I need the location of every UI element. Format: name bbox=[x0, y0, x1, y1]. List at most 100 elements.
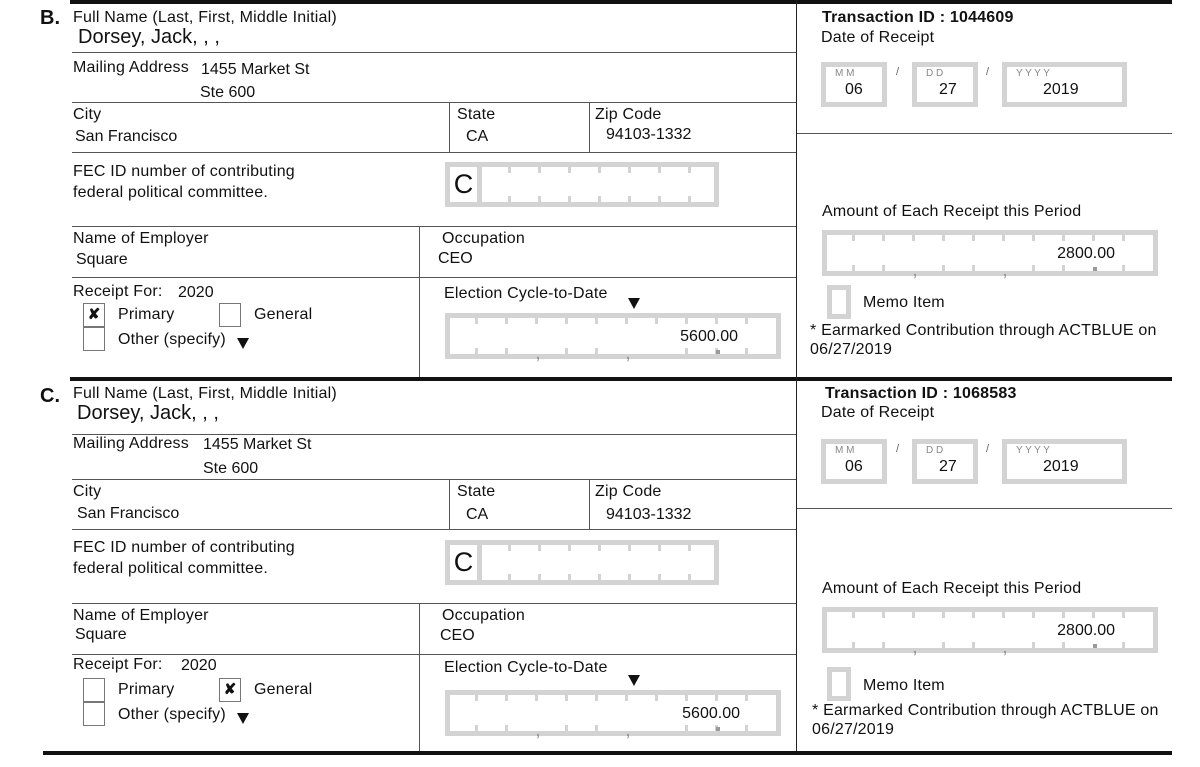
zip-label: Zip Code bbox=[595, 483, 662, 500]
cycle-to-date-value: 5600.00 bbox=[682, 705, 740, 722]
city-label: City bbox=[73, 483, 102, 500]
memo-item-label: Memo Item bbox=[863, 677, 945, 694]
fec-id-field[interactable]: C bbox=[445, 162, 719, 207]
arrow-down-icon bbox=[628, 675, 640, 686]
amount-field[interactable]: ,, 2800.00 bbox=[822, 607, 1158, 656]
section-rule bbox=[70, 0, 1172, 4]
date-month-field[interactable]: M M 06 bbox=[821, 62, 887, 107]
cycle-to-date-value: 5600.00 bbox=[680, 328, 738, 345]
other-checkbox[interactable] bbox=[83, 327, 105, 351]
general-checkbox[interactable]: ✘ bbox=[219, 678, 241, 702]
transaction-id-label: Transaction ID : bbox=[822, 9, 946, 26]
cycle-to-date-label: Election Cycle-to-Date bbox=[444, 285, 608, 302]
full-name-value[interactable]: Dorsey, Jack, , , bbox=[77, 402, 219, 425]
zip-value[interactable]: 94103-1332 bbox=[606, 506, 691, 524]
date-day-field[interactable]: D D 27 bbox=[912, 62, 978, 107]
divider bbox=[72, 102, 796, 103]
fec-id-label-2: federal political committee. bbox=[73, 560, 269, 577]
date-separator: / bbox=[986, 443, 990, 455]
fec-id-label: FEC ID number of contributing bbox=[73, 163, 295, 180]
address-line1[interactable]: 1455 Market St bbox=[201, 61, 310, 79]
divider bbox=[419, 226, 420, 377]
divider bbox=[797, 508, 1172, 509]
column-divider bbox=[796, 377, 797, 752]
date-month-field[interactable]: M M 06 bbox=[821, 439, 887, 484]
dropdown-triangle-icon[interactable] bbox=[237, 338, 249, 349]
other-checkbox[interactable] bbox=[83, 702, 105, 726]
entry-b: B. Full Name (Last, First, Middle Initia… bbox=[0, 0, 1200, 377]
divider bbox=[589, 479, 590, 529]
date-month-hint: M M bbox=[835, 445, 855, 456]
section-rule bbox=[70, 377, 1172, 381]
date-day-hint: D D bbox=[926, 68, 944, 79]
employer-label: Name of Employer bbox=[73, 607, 209, 624]
dropdown-triangle-icon[interactable] bbox=[237, 713, 249, 724]
occupation-value[interactable]: CEO bbox=[440, 627, 475, 645]
transaction-id-value: 1044609 bbox=[949, 9, 1014, 26]
occupation-label: Occupation bbox=[442, 230, 525, 247]
transaction-id-label: Transaction ID : bbox=[825, 385, 949, 402]
amount-label: Amount of Each Receipt this Period bbox=[822, 580, 1082, 597]
address-line2[interactable]: Ste 600 bbox=[200, 84, 255, 102]
divider bbox=[72, 52, 796, 53]
amount-value: 2800.00 bbox=[1057, 622, 1115, 639]
date-year-field[interactable]: Y Y Y Y 2019 bbox=[1002, 62, 1127, 107]
divider bbox=[72, 479, 796, 480]
employer-label: Name of Employer bbox=[73, 230, 209, 247]
zip-value[interactable]: 94103-1332 bbox=[606, 126, 691, 144]
receipt-for-year[interactable]: 2020 bbox=[178, 284, 214, 302]
amount-value: 2800.00 bbox=[1057, 245, 1115, 262]
divider bbox=[589, 102, 590, 152]
date-year-field[interactable]: Y Y Y Y 2019 bbox=[1002, 439, 1127, 484]
divider bbox=[72, 226, 796, 227]
address-line1[interactable]: 1455 Market St bbox=[203, 436, 312, 454]
primary-checkbox[interactable] bbox=[83, 678, 105, 702]
primary-checkbox[interactable]: ✘ bbox=[83, 303, 105, 327]
divider bbox=[449, 479, 450, 529]
amount-label: Amount of Each Receipt this Period bbox=[822, 203, 1082, 220]
employer-value[interactable]: Square bbox=[76, 251, 128, 269]
occupation-value[interactable]: CEO bbox=[438, 250, 473, 268]
section-rule-bottom bbox=[43, 751, 1172, 755]
address-line2[interactable]: Ste 600 bbox=[203, 460, 258, 478]
divider bbox=[72, 277, 796, 278]
earmark-note: * Earmarked Contribution through ACTBLUE… bbox=[810, 322, 1157, 339]
date-month-value: 06 bbox=[845, 458, 863, 475]
memo-item-checkbox[interactable] bbox=[827, 667, 851, 701]
date-day-field[interactable]: D D 27 bbox=[912, 439, 978, 484]
divider bbox=[72, 654, 796, 655]
receipt-for-year[interactable]: 2020 bbox=[181, 657, 217, 675]
employer-value[interactable]: Square bbox=[75, 626, 127, 644]
arrow-down-icon bbox=[628, 298, 640, 309]
amount-field[interactable]: ,, 2800.00 bbox=[822, 230, 1158, 279]
divider bbox=[797, 133, 1172, 134]
primary-label: Primary bbox=[118, 681, 175, 698]
fec-id-field[interactable]: C bbox=[445, 540, 719, 585]
state-value[interactable]: CA bbox=[466, 506, 488, 524]
fec-id-label: FEC ID number of contributing bbox=[73, 539, 295, 556]
divider bbox=[419, 603, 420, 752]
cycle-to-date-field[interactable]: ,, 5600.00 bbox=[445, 313, 781, 362]
date-month-value: 06 bbox=[845, 81, 863, 98]
city-value[interactable]: San Francisco bbox=[75, 128, 177, 146]
occupation-label: Occupation bbox=[442, 607, 525, 624]
city-value[interactable]: San Francisco bbox=[77, 505, 179, 523]
fec-id-prefix: C bbox=[450, 167, 482, 202]
earmark-note-date: 06/27/2019 bbox=[812, 721, 895, 738]
transaction-id: Transaction ID : 1044609 bbox=[822, 9, 1014, 27]
state-value[interactable]: CA bbox=[466, 128, 488, 146]
memo-item-checkbox[interactable] bbox=[827, 285, 851, 319]
date-of-receipt-label: Date of Receipt bbox=[821, 404, 935, 421]
divider bbox=[449, 102, 450, 152]
other-label: Other (specify) bbox=[118, 706, 226, 723]
general-checkbox[interactable] bbox=[219, 303, 241, 327]
full-name-value[interactable]: Dorsey, Jack, , , bbox=[78, 26, 220, 49]
city-label: City bbox=[73, 106, 102, 123]
date-day-hint: D D bbox=[926, 445, 944, 456]
general-label: General bbox=[254, 306, 313, 323]
full-name-label: Full Name (Last, First, Middle Initial) bbox=[73, 9, 337, 26]
divider bbox=[72, 152, 796, 153]
date-year-hint: Y Y Y Y bbox=[1016, 68, 1050, 79]
cycle-to-date-field[interactable]: ,, 5600.00 bbox=[445, 690, 781, 739]
state-label: State bbox=[457, 483, 496, 500]
